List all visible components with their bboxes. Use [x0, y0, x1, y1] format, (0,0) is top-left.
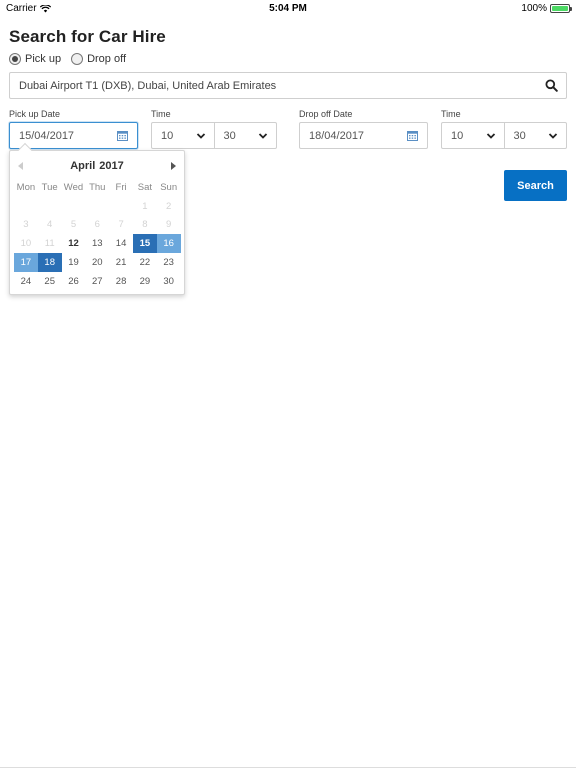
dropoff-hour-value: 10 — [451, 129, 464, 142]
calendar-day[interactable]: 18 — [37, 253, 62, 272]
calendar-day: 4 — [47, 219, 53, 231]
radio-unchecked-icon — [71, 53, 84, 65]
dropoff-radio-label: Drop off — [87, 53, 127, 65]
dropoff-time-label: Time — [441, 109, 461, 119]
radio-checked-icon — [9, 53, 21, 65]
calendar-day: 1 — [142, 200, 148, 212]
pickup-time-label: Time — [151, 109, 171, 119]
mode-radio-group: Pick up Drop off — [9, 53, 126, 65]
next-month-arrow-icon[interactable] — [171, 162, 176, 170]
weekday-header: Sat — [137, 181, 153, 193]
dropoff-date-field[interactable]: 18/04/2017 — [299, 122, 428, 149]
dropoff-hour-select[interactable]: 10 — [442, 123, 504, 148]
chevron-down-icon — [486, 133, 495, 139]
calendar-day[interactable]: 30 — [157, 272, 181, 291]
date-picker-popup: April 2017 Mon Tue Wed Thu Fri Sat Sun 1 2 3 4 5 6 7 8… — [9, 142, 185, 295]
pickup-time-field: 10 30 — [151, 122, 277, 149]
pickup-minute-select[interactable]: 30 — [213, 123, 277, 148]
page-title: Search for Car Hire — [9, 27, 166, 46]
battery-indicator: 100% — [521, 3, 572, 14]
location-input[interactable]: Dubai Airport T1 (DXB), Dubai, United Ar… — [9, 72, 567, 99]
pickup-radio-label: Pick up — [25, 53, 62, 65]
calendar-day[interactable]: 17 — [14, 253, 38, 272]
weekday-header: Tue — [41, 181, 58, 193]
calendar-year: 2017 — [99, 160, 124, 172]
calendar-day[interactable]: 21 — [109, 253, 133, 272]
calendar-day[interactable]: 12 — [62, 234, 86, 253]
location-value: Dubai Airport T1 (DXB), Dubai, United Ar… — [19, 79, 277, 92]
calendar-empty-cell — [62, 197, 86, 216]
dropoff-date-label: Drop off Date — [299, 109, 353, 119]
calendar-day[interactable]: 16 — [156, 234, 181, 254]
calendar-day: 2 — [166, 200, 172, 212]
pickup-radio[interactable]: Pick up — [9, 53, 61, 65]
calendar-day: 8 — [142, 219, 148, 231]
calendar-icon — [117, 131, 128, 141]
calendar-day[interactable]: 29 — [133, 272, 157, 291]
calendar-day[interactable]: 27 — [85, 272, 109, 291]
calendar-day: 11 — [44, 238, 55, 250]
calendar-day[interactable]: 25 — [38, 272, 62, 291]
calendar-month: April — [70, 160, 96, 172]
calendar-day: 3 — [23, 219, 29, 231]
calendar-empty-cell — [85, 197, 109, 216]
weekday-header: Fri — [115, 181, 127, 193]
pickup-date-label: Pick up Date — [9, 109, 61, 119]
dropoff-minute-value: 30 — [513, 129, 526, 142]
pickup-date-field[interactable]: 15/04/2017 — [9, 122, 138, 149]
calendar-day[interactable]: 15 — [132, 234, 157, 254]
dropoff-date-value: 18/04/2017 — [309, 129, 365, 142]
pickup-hour-select[interactable]: 10 — [152, 123, 214, 148]
chevron-down-icon — [196, 133, 205, 139]
dropoff-radio[interactable]: Drop off — [71, 53, 126, 65]
calendar-empty-cell — [109, 197, 133, 216]
chevron-down-icon — [258, 133, 268, 139]
calendar-day: 10 — [20, 238, 32, 250]
pickup-date-value: 15/04/2017 — [19, 129, 75, 142]
dropoff-minute-select[interactable]: 30 — [503, 123, 567, 148]
battery-percent: 100% — [521, 3, 547, 14]
calendar-day[interactable]: 14 — [109, 234, 133, 253]
weekday-header: Sun — [160, 181, 178, 193]
calendar-empty-cell — [38, 197, 62, 216]
calendar-month-title: April 2017 — [10, 157, 184, 175]
calendar-empty-cell — [14, 197, 38, 216]
status-bar: Carrier 5:04 PM 100% — [0, 0, 576, 17]
calendar-day: 9 — [166, 219, 172, 231]
weekday-header: Mon — [16, 181, 36, 193]
clock: 5:04 PM — [269, 3, 307, 14]
battery-icon — [550, 4, 572, 13]
calendar-day[interactable]: 23 — [157, 253, 181, 272]
weekday-header: Wed — [63, 181, 84, 193]
weekday-header: Thu — [89, 181, 106, 193]
chevron-down-icon — [548, 133, 558, 139]
calendar-day[interactable]: 13 — [85, 234, 109, 253]
dropoff-time-field: 10 30 — [441, 122, 567, 149]
calendar-day: 6 — [94, 219, 100, 231]
calendar-day[interactable]: 19 — [62, 253, 86, 272]
calendar-grid: Mon Tue Wed Thu Fri Sat Sun 1 2 3 4 5 6 7 8 9 10 11 12 13 14… — [14, 178, 181, 291]
calendar-day[interactable]: 28 — [109, 272, 133, 291]
calendar-day: 5 — [70, 219, 77, 231]
calendar-day[interactable]: 26 — [62, 272, 86, 291]
search-icon[interactable] — [545, 79, 558, 92]
pickup-hour-value: 10 — [161, 129, 174, 142]
pickup-minute-value: 30 — [223, 129, 236, 142]
calendar-day[interactable]: 20 — [85, 253, 109, 272]
search-button[interactable]: Search — [504, 170, 567, 201]
calendar-day[interactable]: 24 — [14, 272, 38, 291]
calendar-icon — [407, 131, 418, 141]
calendar-day[interactable]: 22 — [133, 253, 157, 272]
calendar-day: 7 — [118, 219, 124, 231]
